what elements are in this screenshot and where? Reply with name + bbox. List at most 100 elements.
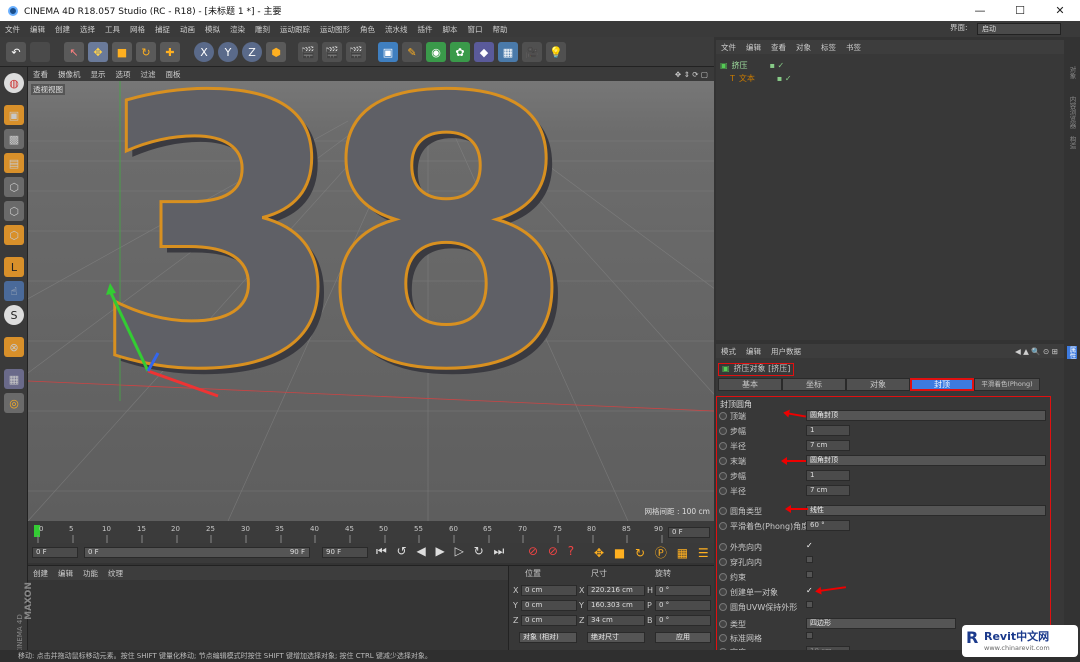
undo-icon[interactable]: ↶	[6, 42, 26, 62]
radio-icon[interactable]	[719, 457, 727, 465]
rotate-icon[interactable]: ↻	[136, 42, 156, 62]
menu-pipeline[interactable]: 流水线	[380, 24, 413, 35]
texture-mode-icon[interactable]: ▩	[4, 129, 24, 149]
axis-mode-icon[interactable]: L	[4, 257, 24, 277]
viewport-nav-icon[interactable]: ✥ ⇕ ⟳ ▢	[670, 70, 714, 79]
edges-mode-icon[interactable]: ⬡	[4, 201, 24, 221]
radio-icon[interactable]	[719, 620, 727, 628]
cube-icon[interactable]: ▣	[378, 42, 398, 62]
pos-x-field[interactable]: 0 cm	[521, 585, 577, 596]
attr-nav-icons[interactable]: ◀ ▲ 🔍 ⊙ ⊞	[1010, 347, 1064, 356]
obj-menu-bookmarks[interactable]: 书签	[841, 42, 866, 53]
single-object-checkbox[interactable]: ✓	[806, 586, 813, 595]
attr-menu-edit[interactable]: 编辑	[741, 346, 766, 357]
end-cap-select[interactable]: 圆角封顶	[806, 455, 1046, 466]
menu-render[interactable]: 渲染	[225, 24, 250, 35]
object-row-extrude[interactable]: ▣ 挤压 ▪ ✓	[720, 60, 784, 71]
size-z-field[interactable]: 34 cm	[587, 615, 645, 626]
hull-inward-checkbox[interactable]: ✓	[806, 541, 813, 550]
snap-icon[interactable]: S	[4, 305, 24, 325]
vp-menu-filter[interactable]: 过滤	[136, 69, 161, 80]
mat-menu-create[interactable]: 创建	[28, 568, 53, 579]
visibility-check-icon[interactable]: ▪ ✓	[770, 61, 785, 70]
menu-animate[interactable]: 动画	[175, 24, 200, 35]
render-picture-viewer-icon[interactable]: 🎬	[322, 42, 342, 62]
vp-menu-options[interactable]: 选项	[111, 69, 136, 80]
attr-menu-userdata[interactable]: 用户数据	[766, 346, 806, 357]
radio-icon[interactable]	[719, 412, 727, 420]
close-icon[interactable]: ✕	[1040, 0, 1080, 21]
timeline[interactable]: 0 5 10 15 20 25 30 35 40 45 50 55 60 65 …	[28, 521, 714, 543]
menu-script[interactable]: 脚本	[438, 24, 463, 35]
end-frame-field[interactable]: 90 F	[322, 547, 368, 558]
menu-mesh[interactable]: 网格	[125, 24, 150, 35]
current-frame-field[interactable]: 0 F	[668, 527, 710, 538]
polygons-mode-icon[interactable]: ⬡	[4, 225, 24, 245]
maximize-icon[interactable]: ☐	[1000, 0, 1040, 21]
playback-controls-icon[interactable]: ⏮ ↺ ◀ ▶ ▷ ↻ ⏭	[376, 544, 507, 559]
radio-icon[interactable]	[719, 573, 727, 581]
constrain-checkbox[interactable]	[806, 571, 813, 578]
vp-menu-display[interactable]: 显示	[86, 69, 111, 80]
obj-menu-objects[interactable]: 对象	[791, 42, 816, 53]
rot-h-field[interactable]: 0 °	[655, 585, 711, 596]
render-view-icon[interactable]: 🎬	[298, 42, 318, 62]
menu-mograph[interactable]: 运动图形	[315, 24, 355, 35]
perspective-viewport[interactable]: 透视视图 38 网格间距 : 100 cm	[28, 81, 714, 521]
regular-grid-checkbox[interactable]	[806, 632, 813, 639]
radio-icon[interactable]	[719, 603, 727, 611]
coord-mode-select[interactable]: 对象 (相对)	[519, 632, 577, 643]
render-settings-icon[interactable]: 🎬	[346, 42, 366, 62]
start-steps-field[interactable]: 1	[806, 425, 850, 436]
lock-workplane-icon[interactable]: ⊗	[4, 337, 24, 357]
radio-icon[interactable]	[719, 558, 727, 566]
size-x-field[interactable]: 220.216 cm	[587, 585, 645, 596]
menu-simulate[interactable]: 模拟	[200, 24, 225, 35]
hole-inward-checkbox[interactable]	[806, 556, 813, 563]
workplane-icon[interactable]: ▤	[4, 153, 24, 173]
menu-motion-tracking[interactable]: 运动跟踪	[275, 24, 315, 35]
menu-edit[interactable]: 编辑	[25, 24, 50, 35]
radio-icon[interactable]	[719, 427, 727, 435]
radio-icon[interactable]	[719, 543, 727, 551]
pen-spline-icon[interactable]: ✎	[402, 42, 422, 62]
move-gizmo[interactable]	[98, 281, 238, 401]
layout-select[interactable]: 启动	[977, 23, 1061, 35]
start-cap-select[interactable]: 圆角封顶	[806, 410, 1046, 421]
vp-menu-view[interactable]: 查看	[28, 69, 53, 80]
floor-icon[interactable]: ▦	[498, 42, 518, 62]
end-steps-field[interactable]: 1	[806, 470, 850, 481]
size-y-field[interactable]: 160.303 cm	[587, 600, 645, 611]
move-icon[interactable]: ✥	[88, 42, 108, 62]
subdivision-icon[interactable]: ◉	[426, 42, 446, 62]
radio-icon[interactable]	[719, 634, 727, 642]
tab-object[interactable]: 对象	[846, 378, 910, 391]
menu-snap[interactable]: 捕捉	[150, 24, 175, 35]
obj-menu-view[interactable]: 查看	[766, 42, 791, 53]
tab-structure[interactable]: 构造	[1067, 136, 1077, 149]
light-icon[interactable]: 💡	[546, 42, 566, 62]
array-icon[interactable]: ✿	[450, 42, 470, 62]
mat-menu-edit[interactable]: 编辑	[53, 568, 78, 579]
tab-basic[interactable]: 基本	[718, 378, 782, 391]
menu-file[interactable]: 文件	[0, 24, 25, 35]
z-axis-icon[interactable]: Z	[242, 42, 262, 62]
tweak-mode-icon[interactable]: ☝	[4, 281, 24, 301]
tab-coord[interactable]: 坐标	[782, 378, 846, 391]
tab-content-browser[interactable]: 内容浏览器	[1067, 96, 1077, 129]
menu-tools[interactable]: 工具	[100, 24, 125, 35]
obj-menu-tags[interactable]: 标签	[816, 42, 841, 53]
menu-character[interactable]: 角色	[355, 24, 380, 35]
menu-select[interactable]: 选择	[75, 24, 100, 35]
live-select-icon[interactable]: ↖	[64, 42, 84, 62]
points-mode-icon[interactable]: ⬡	[4, 177, 24, 197]
tab-attributes[interactable]: 属性	[1067, 346, 1077, 359]
rot-p-field[interactable]: 0 °	[655, 600, 711, 611]
menu-sculpt[interactable]: 雕刻	[250, 24, 275, 35]
redo-icon[interactable]	[30, 42, 50, 62]
end-radius-field[interactable]: 7 cm	[806, 485, 850, 496]
menu-window[interactable]: 窗口	[463, 24, 488, 35]
workplane-axis-icon[interactable]: ◎	[4, 393, 24, 413]
tab-objects[interactable]: 对象	[1067, 66, 1077, 79]
scale-icon[interactable]: ■	[112, 42, 132, 62]
